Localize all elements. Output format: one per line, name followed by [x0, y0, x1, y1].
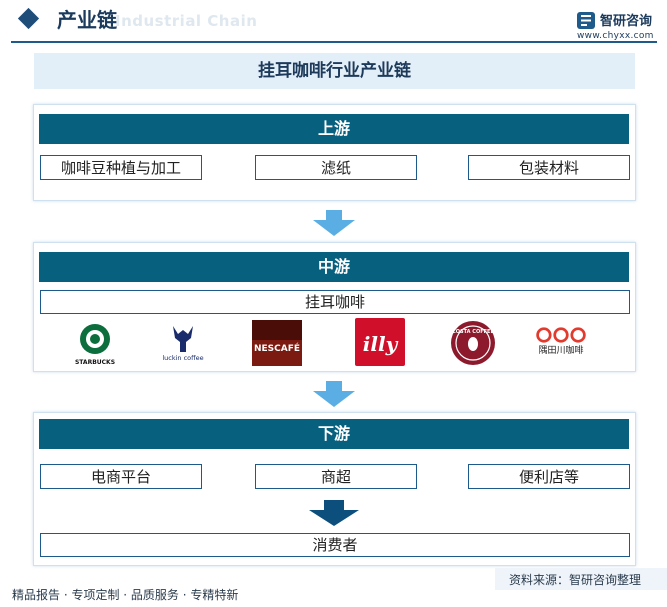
brand-name: 智研咨询 [600, 14, 653, 29]
header-diamond-icon [17, 7, 40, 30]
header-watermark: Industrial Chain [115, 12, 258, 30]
downstream-item-ecommerce: 电商平台 [40, 464, 202, 489]
upstream-item-filter: 滤纸 [255, 155, 417, 180]
illy-logo-icon: illy [355, 318, 405, 366]
down-arrow-icon [313, 381, 355, 407]
downstream-item-supermarket: 商超 [255, 464, 417, 489]
upstream-band: 上游 [39, 114, 629, 144]
upstream-item-packaging: 包装材料 [468, 155, 630, 180]
nescafe-logo-text: NESCAFÉ [254, 342, 300, 354]
upstream-item-bean: 咖啡豆种植与加工 [40, 155, 202, 180]
brand-logo-icon [577, 12, 595, 29]
illy-logo-text: illy [363, 332, 399, 356]
footer-source: 资料来源：智研咨询整理 [509, 573, 642, 587]
consumer-box: 消费者 [40, 533, 630, 557]
down-arrow-dark-icon [309, 500, 359, 526]
midstream-band: 中游 [39, 252, 629, 282]
header-divider [11, 41, 657, 43]
saturnbird-logo-icon: 隅田川咖啡 [536, 327, 586, 356]
luckin-logo-text: luckin coffee [162, 354, 203, 362]
midstream-product: 挂耳咖啡 [40, 290, 630, 314]
nescafe-logo-icon: NESCAFÉ [252, 320, 302, 366]
luckin-coffee-logo-icon: luckin coffee [162, 326, 204, 362]
brand-url: www.chyxx.com [577, 31, 654, 41]
starbucks-logo-text: STARBUCKS [75, 359, 115, 366]
footer-slogan: 精品报告 · 专项定制 · 品质服务 · 专精特新 [12, 588, 239, 602]
main-title: 挂耳咖啡行业产业链 [258, 61, 411, 81]
costa-logo-text: COSTA COFFEE [452, 329, 494, 335]
costa-coffee-logo-icon: COSTA COFFEE [451, 321, 495, 365]
downstream-item-convenience: 便利店等 [468, 464, 630, 489]
header-title: 产业链 [57, 8, 117, 32]
down-arrow-icon [313, 210, 355, 236]
starbucks-logo-icon: STARBUCKS [75, 324, 115, 366]
downstream-band: 下游 [39, 419, 629, 449]
saturnbird-logo-text: 隅田川咖啡 [538, 344, 583, 356]
